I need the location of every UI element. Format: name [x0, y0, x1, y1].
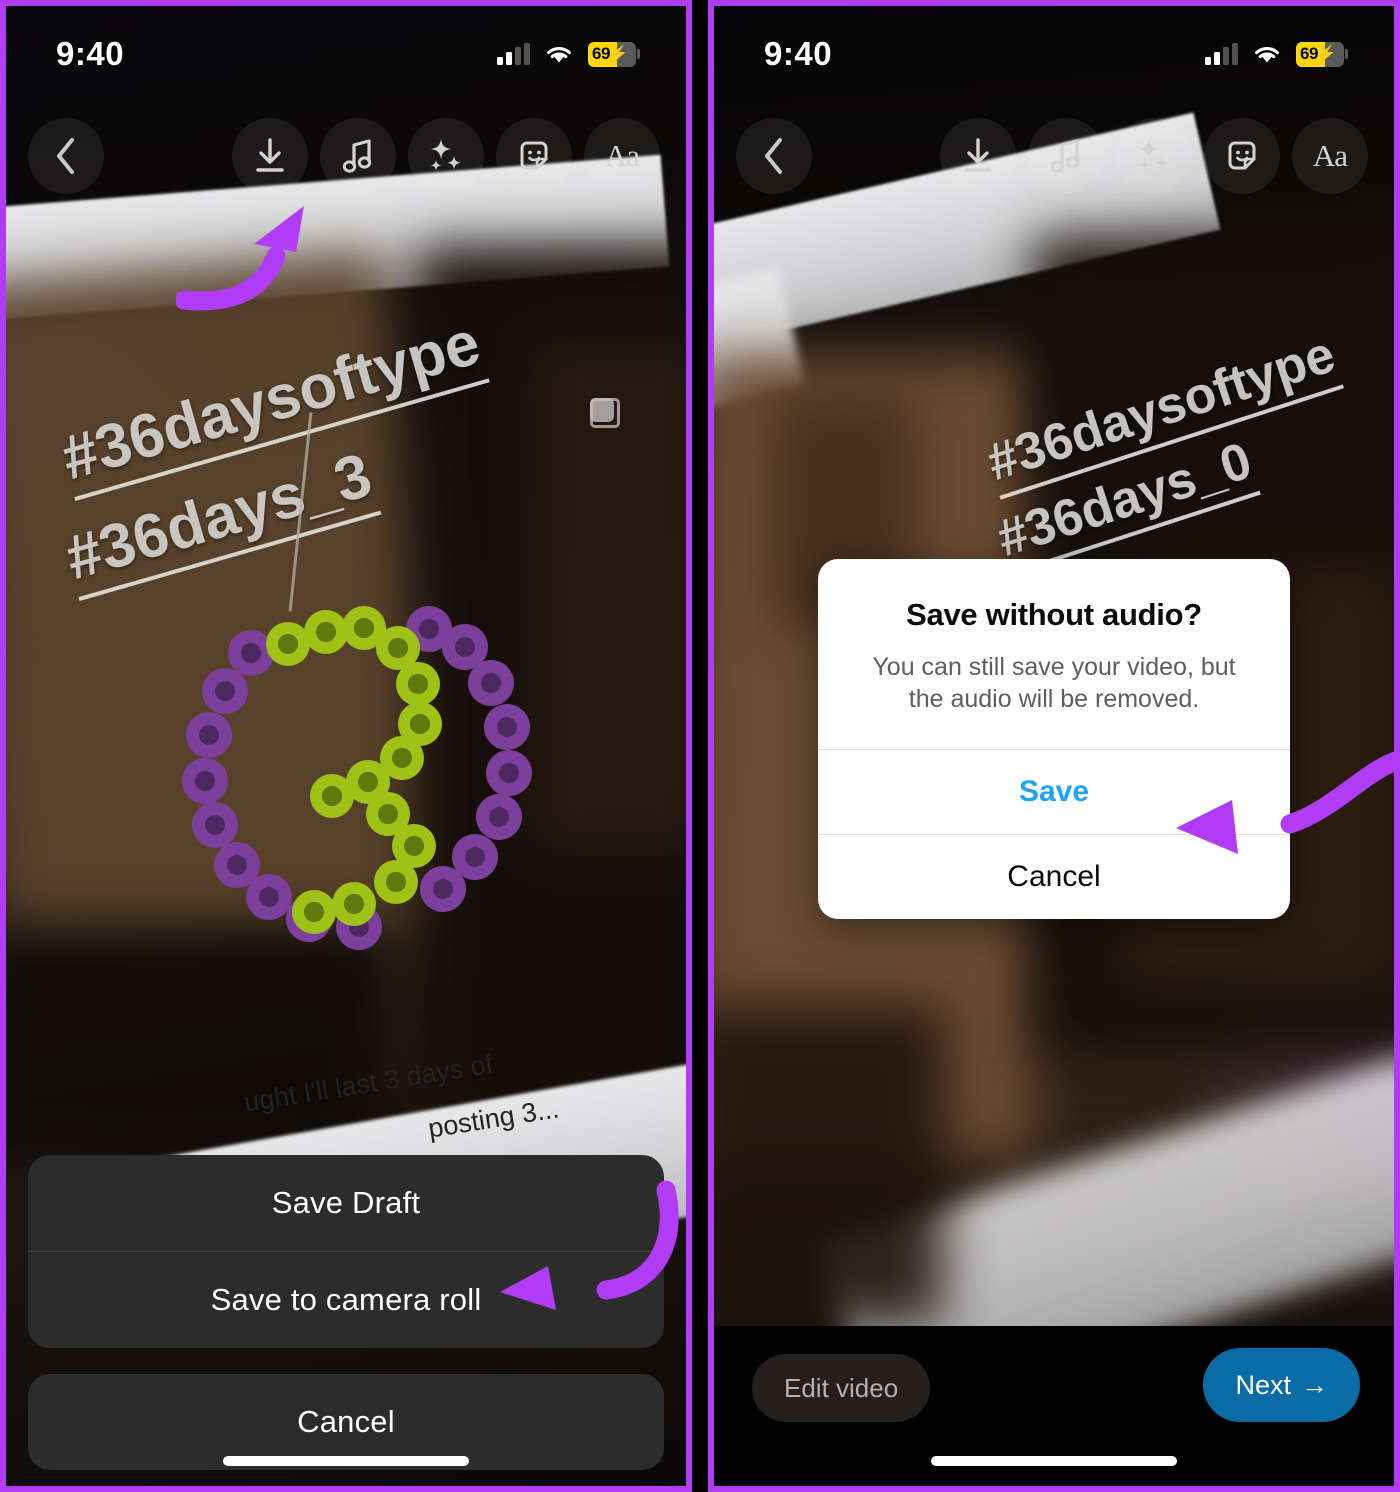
alert-title: Save without audio? [906, 597, 1202, 632]
status-bar-right: 9:40 69 ⚡ [714, 6, 1394, 102]
text-aa-label: Aa [604, 138, 640, 173]
battery-indicator: 69 ⚡ [1296, 41, 1348, 67]
chevron-left-icon [765, 138, 782, 174]
phone-panel-right: #36daysoftype #36days_0 9:40 69 ⚡ Aa Sav… [708, 0, 1400, 1492]
download-icon[interactable] [232, 118, 308, 194]
save-draft-option[interactable]: Save Draft [28, 1155, 664, 1251]
download-icon[interactable] [940, 118, 1016, 194]
wifi-icon [547, 47, 571, 63]
save-action-sheet: Save Draft Save to camera roll [28, 1155, 664, 1348]
alert-body: Save without audio? You can still save y… [818, 559, 1290, 749]
editor-toolbar-right: Aa [714, 114, 1394, 198]
bead [192, 802, 238, 848]
charging-bolt-icon: ⚡ [1316, 46, 1337, 63]
music-note-icon[interactable] [320, 118, 396, 194]
bottom-action-bar: Edit video Next → [714, 1326, 1394, 1486]
next-button-label: Next [1235, 1369, 1291, 1400]
save-to-camera-roll-option[interactable]: Save to camera roll [28, 1252, 664, 1348]
sticker-glyph [1228, 141, 1256, 170]
battery-icon: 69 ⚡ [588, 41, 636, 67]
status-indicators: 69 ⚡ [497, 41, 640, 67]
beaded-earring [182, 412, 544, 972]
sparkles-icon[interactable] [408, 118, 484, 194]
cellular-signal-icon [1205, 43, 1238, 65]
sparkles-icon[interactable] [1116, 118, 1192, 194]
cellular-signal-icon [497, 43, 530, 65]
bead [396, 662, 440, 706]
save-without-audio-dialog: Save without audio? You can still save y… [818, 559, 1290, 919]
toolbar-actions: Aa [940, 118, 1368, 194]
battery-indicator: 69 ⚡ [588, 41, 640, 67]
edit-video-button[interactable]: Edit video [752, 1354, 931, 1422]
bead [310, 774, 354, 818]
bead [468, 660, 514, 706]
toolbar-actions: Aa [232, 118, 660, 194]
battery-cap [1345, 49, 1348, 59]
sticker-icon[interactable] [496, 118, 572, 194]
bead [484, 704, 530, 750]
status-bar-left: 9:40 69 ⚡ [6, 6, 686, 102]
alert-message: You can still save your video, but the a… [872, 653, 1236, 713]
charging-bolt-icon: ⚡ [608, 46, 629, 63]
bead [292, 890, 336, 934]
alert-save-button[interactable]: Save [818, 750, 1290, 834]
shadow-bottom-right [714, 1006, 944, 1326]
music-glyph [342, 139, 372, 173]
download-glyph [964, 138, 992, 172]
sticker-icon[interactable] [1204, 118, 1280, 194]
music-glyph [1050, 139, 1080, 173]
text-aa-label: Aa [1312, 138, 1348, 173]
home-indicator-right [931, 1456, 1177, 1466]
bead [332, 882, 376, 926]
carousel-front-square [590, 398, 614, 422]
home-indicator-left [223, 1456, 469, 1466]
bead [202, 668, 248, 714]
bead [374, 860, 418, 904]
bead [182, 758, 228, 804]
text-aa-icon[interactable]: Aa [584, 118, 660, 194]
status-indicators: 69 ⚡ [1205, 41, 1348, 67]
bead [246, 874, 292, 920]
music-note-icon[interactable] [1028, 118, 1104, 194]
back-button[interactable] [28, 118, 104, 194]
battery-percent-label: 69 [592, 44, 610, 63]
battery-cap [637, 49, 640, 59]
back-button[interactable] [736, 118, 812, 194]
battery-percent-label: 69 [1300, 44, 1318, 63]
sparkles-glyph [430, 139, 461, 171]
carousel-stack-icon [590, 398, 620, 428]
screenshot-stage: #36daysoftype #36days_3 ught I'll last 3… [0, 0, 1400, 1492]
download-glyph [256, 138, 284, 172]
bead [476, 794, 522, 840]
wifi-icon [1255, 47, 1279, 63]
bead [486, 750, 532, 796]
chevron-left-icon [57, 138, 74, 174]
bead [420, 866, 466, 912]
editor-toolbar-left: Aa [6, 114, 686, 198]
next-button[interactable]: Next → [1203, 1348, 1360, 1422]
sparkles-glyph [1138, 139, 1169, 171]
status-clock: 9:40 [764, 35, 833, 72]
panel-gap [692, 0, 708, 1492]
phone-panel-left: #36daysoftype #36days_3 ught I'll last 3… [0, 0, 692, 1492]
battery-icon: 69 ⚡ [1296, 41, 1344, 67]
arrow-right-icon: → [1301, 1369, 1328, 1400]
sticker-glyph [520, 141, 548, 170]
bead [186, 712, 232, 758]
text-aa-icon[interactable]: Aa [1292, 118, 1368, 194]
alert-cancel-button[interactable]: Cancel [818, 835, 1290, 919]
status-clock: 9:40 [56, 35, 125, 72]
